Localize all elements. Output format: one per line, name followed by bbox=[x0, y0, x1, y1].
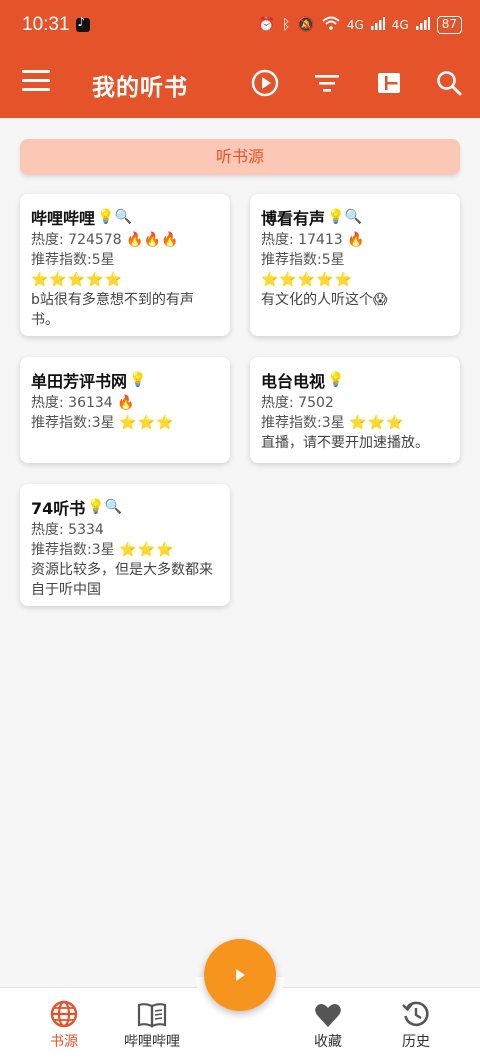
source-desc: b站很有多意想不到的有声书。 bbox=[31, 292, 194, 328]
nav-item-favorites[interactable]: 收藏 bbox=[280, 988, 376, 1058]
heat-label: 热度: 36134 bbox=[31, 395, 113, 411]
heart-icon bbox=[280, 988, 376, 1028]
source-card-bokan[interactable]: 博看有声 💡🔍 热度: 17413 🔥 推荐指数:5星 ⭐⭐⭐⭐⭐ 有文化的人听… bbox=[250, 194, 460, 336]
heat-label: 热度: 7502 bbox=[261, 395, 334, 411]
mute-icon: 🔕 bbox=[297, 17, 315, 33]
card-title: 单田芳评书网 💡 bbox=[31, 367, 219, 393]
nav-label: 历史 bbox=[402, 1034, 430, 1050]
source-card-74tingshu[interactable]: 74听书 💡🔍 热度: 5334 推荐指数:3星 ⭐⭐⭐ 资源比较多，但是大多数… bbox=[20, 484, 230, 606]
nav-item-bilibili[interactable]: 哔哩哔哩 bbox=[104, 988, 200, 1058]
star-rating: ⭐⭐⭐ bbox=[119, 542, 175, 558]
bulb-icon: 💡 bbox=[129, 372, 147, 388]
book-icon bbox=[104, 988, 200, 1028]
source-name: 电台电视 bbox=[261, 372, 326, 391]
card-title: 博看有声 💡🔍 bbox=[261, 204, 449, 230]
history-icon bbox=[368, 988, 464, 1028]
layout-icon[interactable] bbox=[374, 68, 404, 98]
rating-label: 推荐指数:3星 bbox=[31, 415, 115, 431]
source-name: 哔哩哔哩 bbox=[31, 209, 96, 228]
play-icon bbox=[236, 969, 245, 981]
wifi-icon bbox=[322, 16, 340, 34]
rating-label: 推荐指数:5星 bbox=[31, 252, 115, 268]
status-time: 10:31 bbox=[22, 14, 70, 35]
heat-label: 热度: 724578 bbox=[31, 232, 122, 248]
source-name: 单田芳评书网 bbox=[31, 372, 128, 391]
bulb-search-icons: 💡🔍 bbox=[87, 499, 123, 515]
rating-line: 推荐指数:3星 ⭐⭐⭐ bbox=[31, 540, 219, 560]
star-rating: ⭐⭐⭐⭐⭐ bbox=[261, 272, 354, 288]
bulb-icon: 💡 bbox=[327, 372, 345, 388]
status-icons: ⏰ ᛒ 🔕 4G 4G 87 bbox=[258, 16, 462, 34]
tiktok-icon bbox=[75, 15, 90, 32]
network-label: 4G bbox=[346, 18, 364, 32]
menu-icon[interactable] bbox=[22, 70, 50, 94]
rating-line: 推荐指数:3星 ⭐⭐⭐ bbox=[31, 413, 219, 433]
heat-label: 热度: 17413 bbox=[261, 232, 343, 248]
heat-line: 热度: 724578 🔥🔥🔥 bbox=[31, 230, 219, 250]
globe-icon bbox=[16, 988, 112, 1028]
signal-icon bbox=[370, 16, 385, 34]
bulb-search-icons: 💡🔍 bbox=[97, 209, 132, 225]
heat-line: 热度: 36134 🔥 bbox=[31, 393, 219, 413]
play-circle-icon[interactable] bbox=[250, 68, 280, 98]
star-rating: ⭐⭐⭐ bbox=[119, 415, 175, 431]
rating-line: 推荐指数:3星 ⭐⭐⭐ bbox=[261, 413, 449, 433]
app-bar: 我的听书 bbox=[0, 50, 480, 118]
rating-label: 推荐指数:3星 bbox=[261, 415, 345, 431]
source-desc: 直播，请不要开加速播放。 bbox=[261, 435, 429, 451]
source-card-bilibili[interactable]: 哔哩哔哩 💡🔍 热度: 724578 🔥🔥🔥 推荐指数:5星 ⭐⭐⭐⭐⭐ b站很… bbox=[20, 194, 230, 336]
signal-icon-2 bbox=[415, 16, 430, 34]
heat-label: 热度: 5334 bbox=[31, 522, 104, 538]
nav-label: 书源 bbox=[50, 1034, 78, 1050]
rating-label: 推荐指数:3星 bbox=[31, 542, 115, 558]
filter-icon[interactable] bbox=[312, 68, 342, 98]
nav-item-sources[interactable]: 书源 bbox=[16, 988, 112, 1058]
nav-label: 哔哩哔哩 bbox=[124, 1034, 180, 1050]
nav-item-history[interactable]: 历史 bbox=[368, 988, 464, 1058]
card-title: 74听书 💡🔍 bbox=[31, 494, 219, 520]
search-icon[interactable] bbox=[434, 68, 464, 98]
rating-label: 推荐指数:5星 bbox=[261, 252, 345, 268]
bulb-search-icons: 💡🔍 bbox=[327, 209, 362, 225]
section-header: 听书源 bbox=[20, 139, 460, 175]
source-name: 74听书 bbox=[31, 499, 86, 518]
fire-icon: 🔥 bbox=[117, 395, 135, 411]
play-button[interactable] bbox=[204, 939, 276, 1011]
source-desc: 有文化的人听这个😱 bbox=[261, 292, 388, 308]
bluetooth-icon: ᛒ bbox=[282, 17, 291, 33]
status-bar: 10:31 ⏰ ᛒ 🔕 4G 4G 87 bbox=[0, 0, 480, 50]
card-title: 电台电视 💡 bbox=[261, 367, 449, 393]
network-label-2: 4G bbox=[391, 18, 409, 32]
star-rating: ⭐⭐⭐⭐⭐ bbox=[31, 272, 124, 288]
battery-indicator: 87 bbox=[436, 16, 462, 34]
fire-icon: 🔥 bbox=[347, 232, 365, 248]
star-rating: ⭐⭐⭐ bbox=[349, 415, 405, 431]
nav-label: 收藏 bbox=[314, 1034, 342, 1050]
source-name: 博看有声 bbox=[261, 209, 326, 228]
alarm-icon: ⏰ bbox=[257, 17, 275, 33]
fire-icon: 🔥🔥🔥 bbox=[126, 232, 179, 248]
source-card-radio-tv[interactable]: 电台电视 💡 热度: 7502 推荐指数:3星 ⭐⭐⭐ 直播，请不要开加速播放。 bbox=[250, 357, 460, 463]
source-desc: 资源比较多，但是大多数都来自于听中国 bbox=[31, 562, 213, 598]
card-title: 哔哩哔哩 💡🔍 bbox=[31, 204, 219, 230]
source-card-shantianfang[interactable]: 单田芳评书网 💡 热度: 36134 🔥 推荐指数:3星 ⭐⭐⭐ bbox=[20, 357, 230, 463]
heat-line: 热度: 17413 🔥 bbox=[261, 230, 449, 250]
page-title: 我的听书 bbox=[92, 75, 188, 101]
